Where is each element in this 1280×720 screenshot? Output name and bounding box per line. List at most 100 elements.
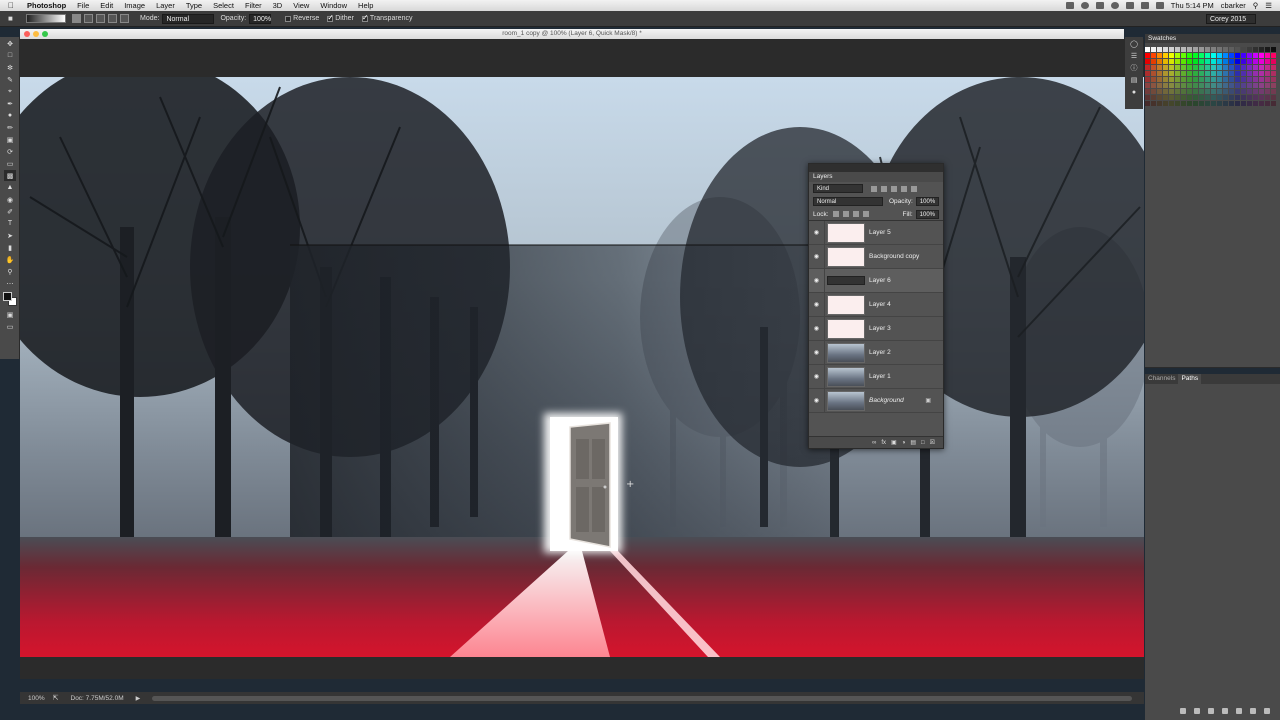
color-swatch[interactable] xyxy=(1271,71,1276,76)
color-swatch[interactable] xyxy=(1259,101,1264,106)
color-swatch[interactable] xyxy=(1175,53,1180,58)
color-swatch[interactable] xyxy=(1151,65,1156,70)
color-swatch[interactable] xyxy=(1271,47,1276,52)
color-swatch[interactable] xyxy=(1151,71,1156,76)
filter-smart-object-icon[interactable] xyxy=(911,185,917,192)
color-swatch[interactable] xyxy=(1169,77,1174,82)
color-swatch[interactable] xyxy=(1247,95,1252,100)
color-swatch[interactable] xyxy=(1247,47,1252,52)
color-swatch[interactable] xyxy=(1229,71,1234,76)
color-swatch[interactable] xyxy=(1217,47,1222,52)
color-swatch[interactable] xyxy=(1205,101,1210,106)
volume-icon[interactable] xyxy=(1140,2,1149,9)
more-tools-icon[interactable]: ⋯ xyxy=(4,278,16,289)
color-swatch[interactable] xyxy=(1247,65,1252,70)
menu-3d[interactable]: 3D xyxy=(268,1,289,10)
zoom-window-icon[interactable] xyxy=(42,31,48,37)
color-swatch[interactable] xyxy=(1175,65,1180,70)
color-swatch[interactable] xyxy=(1247,101,1252,106)
color-swatch[interactable] xyxy=(1211,101,1216,106)
color-swatch[interactable] xyxy=(1193,95,1198,100)
document-canvas[interactable]: + xyxy=(20,77,1144,657)
color-swatch[interactable] xyxy=(1175,83,1180,88)
color-swatch[interactable] xyxy=(1211,89,1216,94)
tab-channels[interactable]: Channels xyxy=(1145,374,1178,384)
stroke-path-icon[interactable] xyxy=(1194,708,1200,714)
status-export-icon[interactable]: ⇱ xyxy=(53,694,59,702)
color-swatch[interactable] xyxy=(1217,101,1222,106)
linear-gradient-button[interactable] xyxy=(72,14,81,23)
color-swatch[interactable] xyxy=(1145,71,1150,76)
color-swatch[interactable] xyxy=(1247,77,1252,82)
hand-tool-icon[interactable]: ✋ xyxy=(4,254,16,265)
menu-filter[interactable]: Filter xyxy=(240,1,268,10)
layer-name[interactable]: Layer 4 xyxy=(869,301,891,308)
menubar-user[interactable]: cbarker xyxy=(1221,1,1246,10)
layer-row[interactable]: ◉ Layer 2 xyxy=(809,340,943,365)
filter-type-icon[interactable] xyxy=(891,185,897,192)
color-swatch[interactable] xyxy=(1205,59,1210,64)
color-swatch[interactable] xyxy=(1241,77,1246,82)
color-swatch[interactable] xyxy=(1193,83,1198,88)
color-swatch[interactable] xyxy=(1271,89,1276,94)
notification-icon[interactable]: ☰ xyxy=(1265,1,1272,10)
layer-style-icon[interactable]: fx xyxy=(881,440,886,446)
color-swatch[interactable] xyxy=(1193,65,1198,70)
zoom-tool-icon[interactable]: ⚲ xyxy=(4,266,16,277)
color-swatch[interactable] xyxy=(1223,71,1228,76)
color-swatch[interactable] xyxy=(1217,65,1222,70)
add-mask-icon[interactable]: ▣ xyxy=(891,439,897,446)
color-swatch[interactable] xyxy=(1223,59,1228,64)
adjustment-layer-icon[interactable]: ◑ xyxy=(902,440,906,446)
color-swatch[interactable] xyxy=(1175,71,1180,76)
filter-adjustment-icon[interactable] xyxy=(881,185,887,192)
color-swatch[interactable] xyxy=(1193,77,1198,82)
color-swatch[interactable] xyxy=(1259,89,1264,94)
color-swatch[interactable] xyxy=(1151,77,1156,82)
tab-paths[interactable]: Paths xyxy=(1178,374,1202,384)
color-swatch[interactable] xyxy=(1205,71,1210,76)
color-swatch[interactable] xyxy=(1181,53,1186,58)
color-swatch[interactable] xyxy=(1157,89,1162,94)
color-swatch[interactable] xyxy=(1223,65,1228,70)
color-swatch[interactable] xyxy=(1217,59,1222,64)
color-swatch[interactable] xyxy=(1145,53,1150,58)
color-swatch[interactable] xyxy=(1247,83,1252,88)
color-swatch[interactable] xyxy=(1271,95,1276,100)
color-swatch[interactable] xyxy=(1145,77,1150,82)
color-swatch[interactable] xyxy=(1163,101,1168,106)
color-swatch[interactable] xyxy=(1199,53,1204,58)
menu-window[interactable]: Window xyxy=(315,1,353,10)
color-swatch[interactable] xyxy=(1199,95,1204,100)
color-swatch[interactable] xyxy=(1271,101,1276,106)
color-swatch[interactable] xyxy=(1265,53,1270,58)
color-swatch[interactable] xyxy=(1163,65,1168,70)
color-swatch[interactable] xyxy=(1241,83,1246,88)
color-swatch[interactable] xyxy=(1265,71,1270,76)
color-swatch[interactable] xyxy=(1253,89,1258,94)
color-swatch[interactable] xyxy=(1181,83,1186,88)
lock-pixels-icon[interactable] xyxy=(832,211,839,217)
color-swatch[interactable] xyxy=(1211,95,1216,100)
color-swatch[interactable] xyxy=(1145,95,1150,100)
color-swatch[interactable] xyxy=(1169,47,1174,52)
color-swatch[interactable] xyxy=(1193,71,1198,76)
lock-icon[interactable]: ▣ xyxy=(925,397,931,404)
color-swatch[interactable] xyxy=(1199,65,1204,70)
color-swatch[interactable] xyxy=(1265,59,1270,64)
brush-panel-icon[interactable]: ● xyxy=(1129,89,1139,97)
layers-panel-header[interactable] xyxy=(809,164,943,172)
color-swatch[interactable] xyxy=(1229,77,1234,82)
color-swatch[interactable] xyxy=(1253,83,1258,88)
angle-gradient-button[interactable] xyxy=(96,14,105,23)
crop-tool-icon[interactable]: ⌖ xyxy=(4,86,16,97)
color-swatch[interactable] xyxy=(1187,59,1192,64)
visibility-eye-icon[interactable]: ◉ xyxy=(809,316,825,341)
color-swatch[interactable] xyxy=(1163,59,1168,64)
color-swatch[interactable] xyxy=(1247,59,1252,64)
color-swatch[interactable] xyxy=(1187,53,1192,58)
color-swatch[interactable] xyxy=(1145,83,1150,88)
color-swatch[interactable] xyxy=(1265,47,1270,52)
color-swatch[interactable] xyxy=(1223,89,1228,94)
lasso-tool-icon[interactable]: ✼ xyxy=(4,62,16,73)
